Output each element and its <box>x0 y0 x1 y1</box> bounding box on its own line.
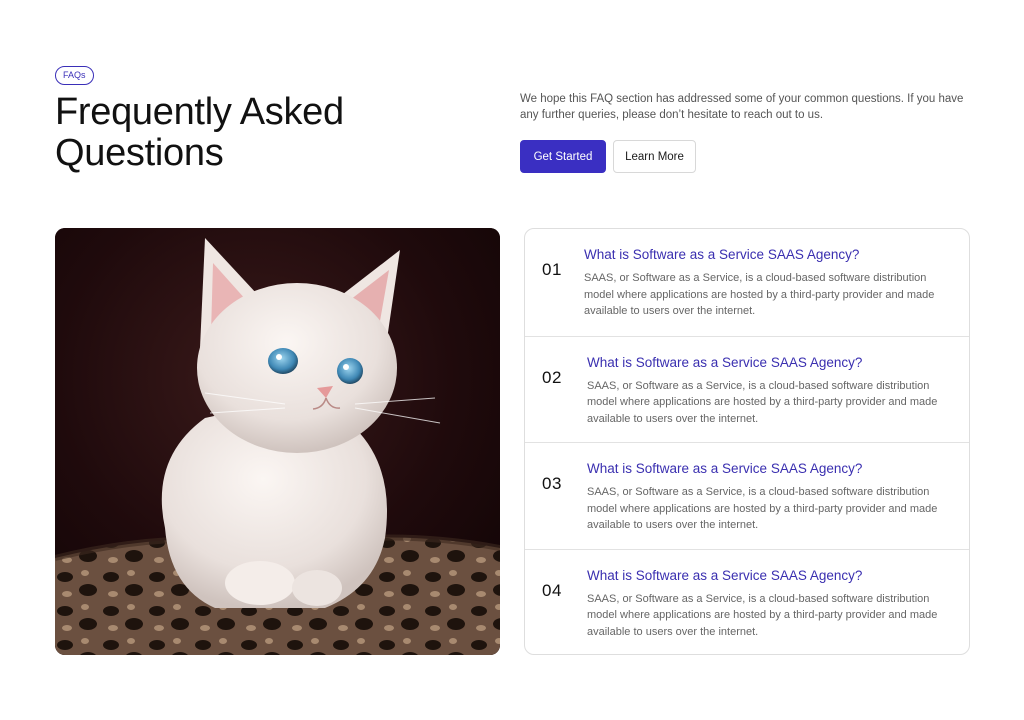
faq-badge: FAQs <box>55 66 94 85</box>
faq-item[interactable]: 03 What is Software as a Service SAAS Ag… <box>525 442 969 549</box>
faq-number: 01 <box>542 260 562 279</box>
faq-number: 04 <box>542 580 562 600</box>
faq-item[interactable]: 04 What is Software as a Service SAAS Ag… <box>525 548 969 655</box>
page-title: Frequently Asked Questions <box>55 91 344 174</box>
faq-answer: SAAS, or Software as a Service, is a clo… <box>587 592 938 638</box>
faq-item[interactable]: 02 What is Software as a Service SAAS Ag… <box>525 335 969 443</box>
faq-list: 01 What is Software as a Service SAAS Ag… <box>524 228 970 655</box>
faq-page: FAQs Frequently Asked Questions We hope … <box>0 0 1024 720</box>
intro-text: We hope this FAQ section has addressed s… <box>520 93 964 121</box>
faq-number: 02 <box>542 367 562 387</box>
faq-answer: SAAS, or Software as a Service, is a clo… <box>584 272 935 317</box>
kitten-illustration <box>55 228 500 655</box>
faq-answer: SAAS, or Software as a Service, is a clo… <box>587 379 938 425</box>
faq-question[interactable]: What is Software as a Service SAAS Agenc… <box>587 460 962 478</box>
kitten-photo <box>55 228 500 655</box>
faq-question[interactable]: What is Software as a Service SAAS Agenc… <box>584 246 959 264</box>
faq-question[interactable]: What is Software as a Service SAAS Agenc… <box>587 567 962 585</box>
faq-question[interactable]: What is Software as a Service SAAS Agenc… <box>587 354 962 372</box>
faq-item[interactable]: 01 What is Software as a Service SAAS Ag… <box>525 229 969 336</box>
learn-more-button[interactable]: Learn More <box>613 140 696 173</box>
faq-number: 03 <box>542 474 562 493</box>
faq-answer: SAAS, or Software as a Service, is a clo… <box>587 486 938 531</box>
get-started-button[interactable]: Get Started <box>520 140 606 173</box>
